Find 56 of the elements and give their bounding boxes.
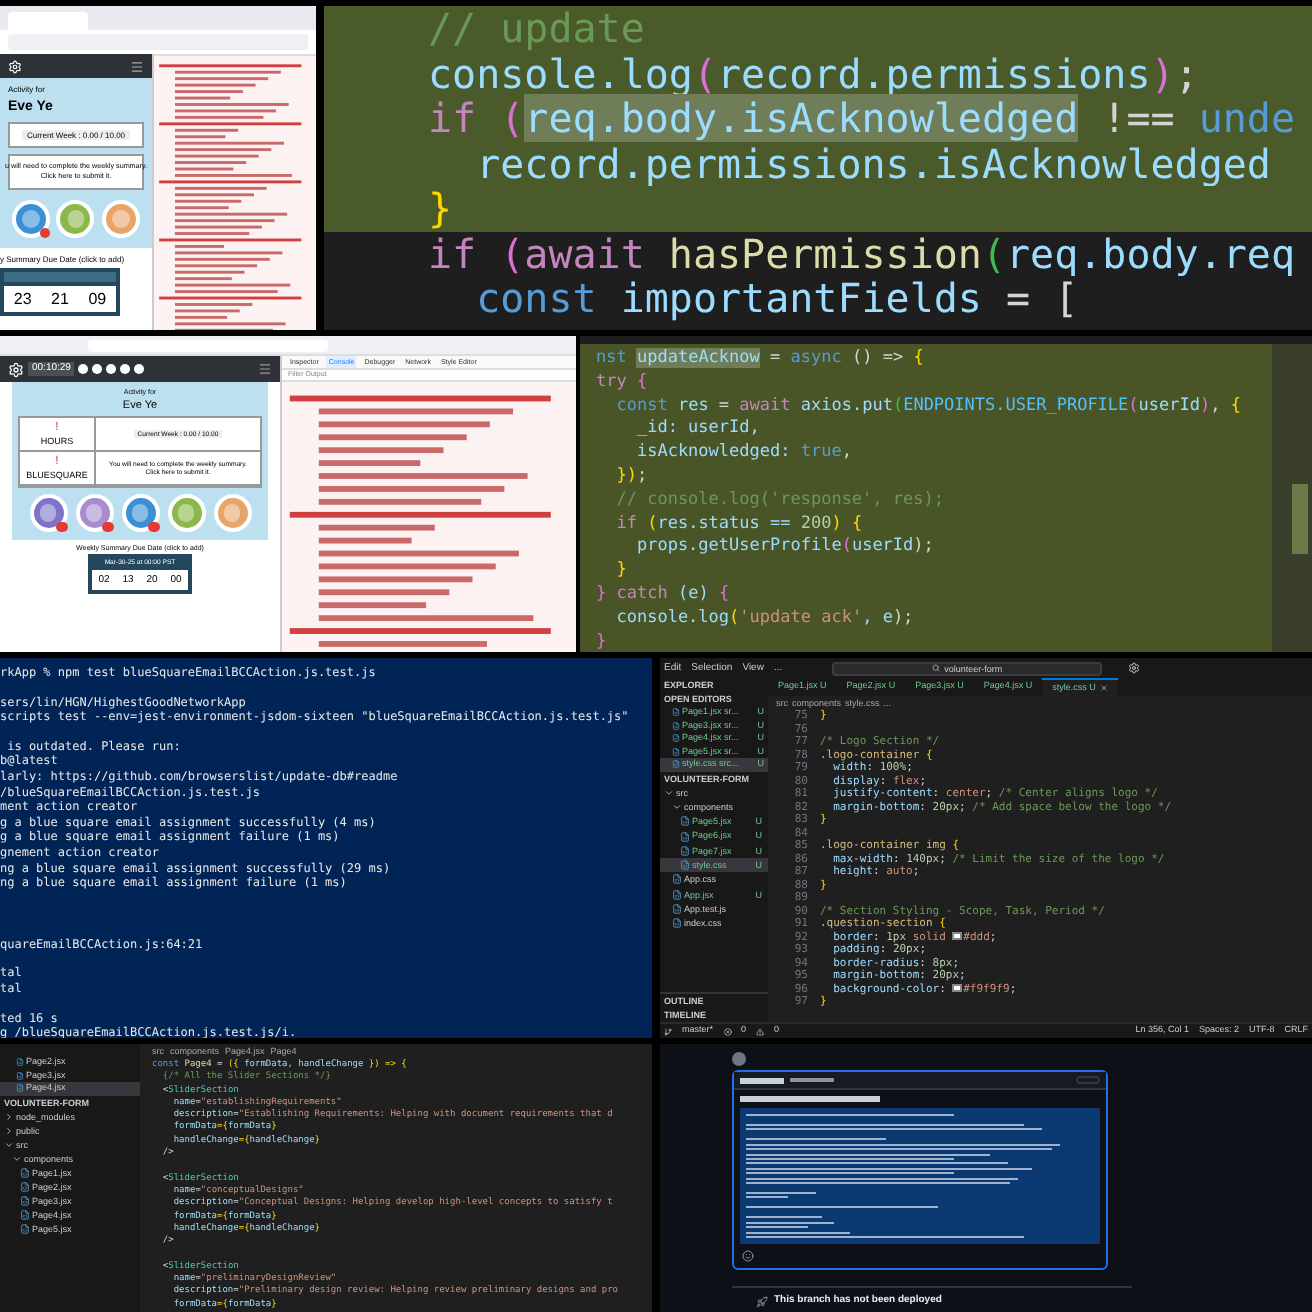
code-line: _id: userId, xyxy=(634,418,762,443)
file-icon xyxy=(680,860,690,871)
file-icon xyxy=(16,1084,24,1093)
warning-icon xyxy=(756,1027,765,1035)
menu-icon[interactable] xyxy=(258,362,272,376)
file-icon xyxy=(672,721,680,730)
file-icon xyxy=(672,708,680,717)
comment-text-drawing xyxy=(740,1096,880,1102)
file-icon xyxy=(20,1195,30,1205)
countdown-number: 23 xyxy=(13,290,32,308)
code-line: // console.log('response', res); xyxy=(614,489,946,514)
badge-medal-icon[interactable] xyxy=(121,494,159,532)
settings-icon[interactable] xyxy=(8,59,22,73)
code-line: isAcknowledged: true, xyxy=(634,442,854,466)
badge-medal-icon[interactable] xyxy=(29,494,67,532)
code-line: try { xyxy=(594,371,650,396)
code-line: const res = await axios.put(ENDPOINTS.USER_PROFILE(userId), { xyxy=(614,395,1244,419)
file-icon xyxy=(672,904,682,915)
file-icon xyxy=(672,734,680,743)
file-icon xyxy=(20,1167,30,1177)
file-icon xyxy=(20,1209,30,1219)
timer-controls-drawing[interactable] xyxy=(78,364,145,374)
badge-medal-icon[interactable] xyxy=(167,494,205,532)
search-icon xyxy=(932,664,941,672)
badge-medal-icon[interactable] xyxy=(11,200,50,238)
countdown-number: 21 xyxy=(51,290,69,308)
file-icon xyxy=(680,816,690,827)
file-icon xyxy=(680,831,690,842)
due-date-card[interactable]: 23 21 09 xyxy=(0,268,120,316)
file-icon xyxy=(16,1071,24,1080)
badge-medal-icon[interactable] xyxy=(75,494,113,532)
file-icon xyxy=(680,845,690,856)
branch-icon xyxy=(664,1027,672,1035)
file-icon xyxy=(20,1223,30,1233)
code-line: if (res.status == 200) { xyxy=(614,513,865,537)
code-line: console.log('update ack', e); xyxy=(614,607,916,632)
file-icon xyxy=(672,918,682,929)
error-icon xyxy=(723,1027,732,1035)
code-line: } catch (e) { xyxy=(594,583,732,608)
file-icon xyxy=(20,1181,30,1191)
code-line: } xyxy=(594,631,609,652)
file-icon xyxy=(672,889,682,900)
code-line: nst updateAcknow = async () => { xyxy=(594,348,926,372)
file-icon xyxy=(672,874,682,885)
rocket-icon xyxy=(756,1295,768,1307)
menu-icon[interactable] xyxy=(130,59,144,73)
code-line: }); xyxy=(614,465,650,490)
badge-medal-icon[interactable] xyxy=(56,200,95,238)
code-line: } xyxy=(614,560,629,584)
file-icon xyxy=(672,760,680,769)
file-icon xyxy=(672,747,680,756)
date-bar-drawing xyxy=(4,272,116,282)
file-icon xyxy=(16,1058,24,1067)
reaction-icon[interactable] xyxy=(742,1250,754,1262)
countdown-number: 09 xyxy=(88,290,107,308)
code-line: props.getUserProfile(userId); xyxy=(634,536,936,561)
